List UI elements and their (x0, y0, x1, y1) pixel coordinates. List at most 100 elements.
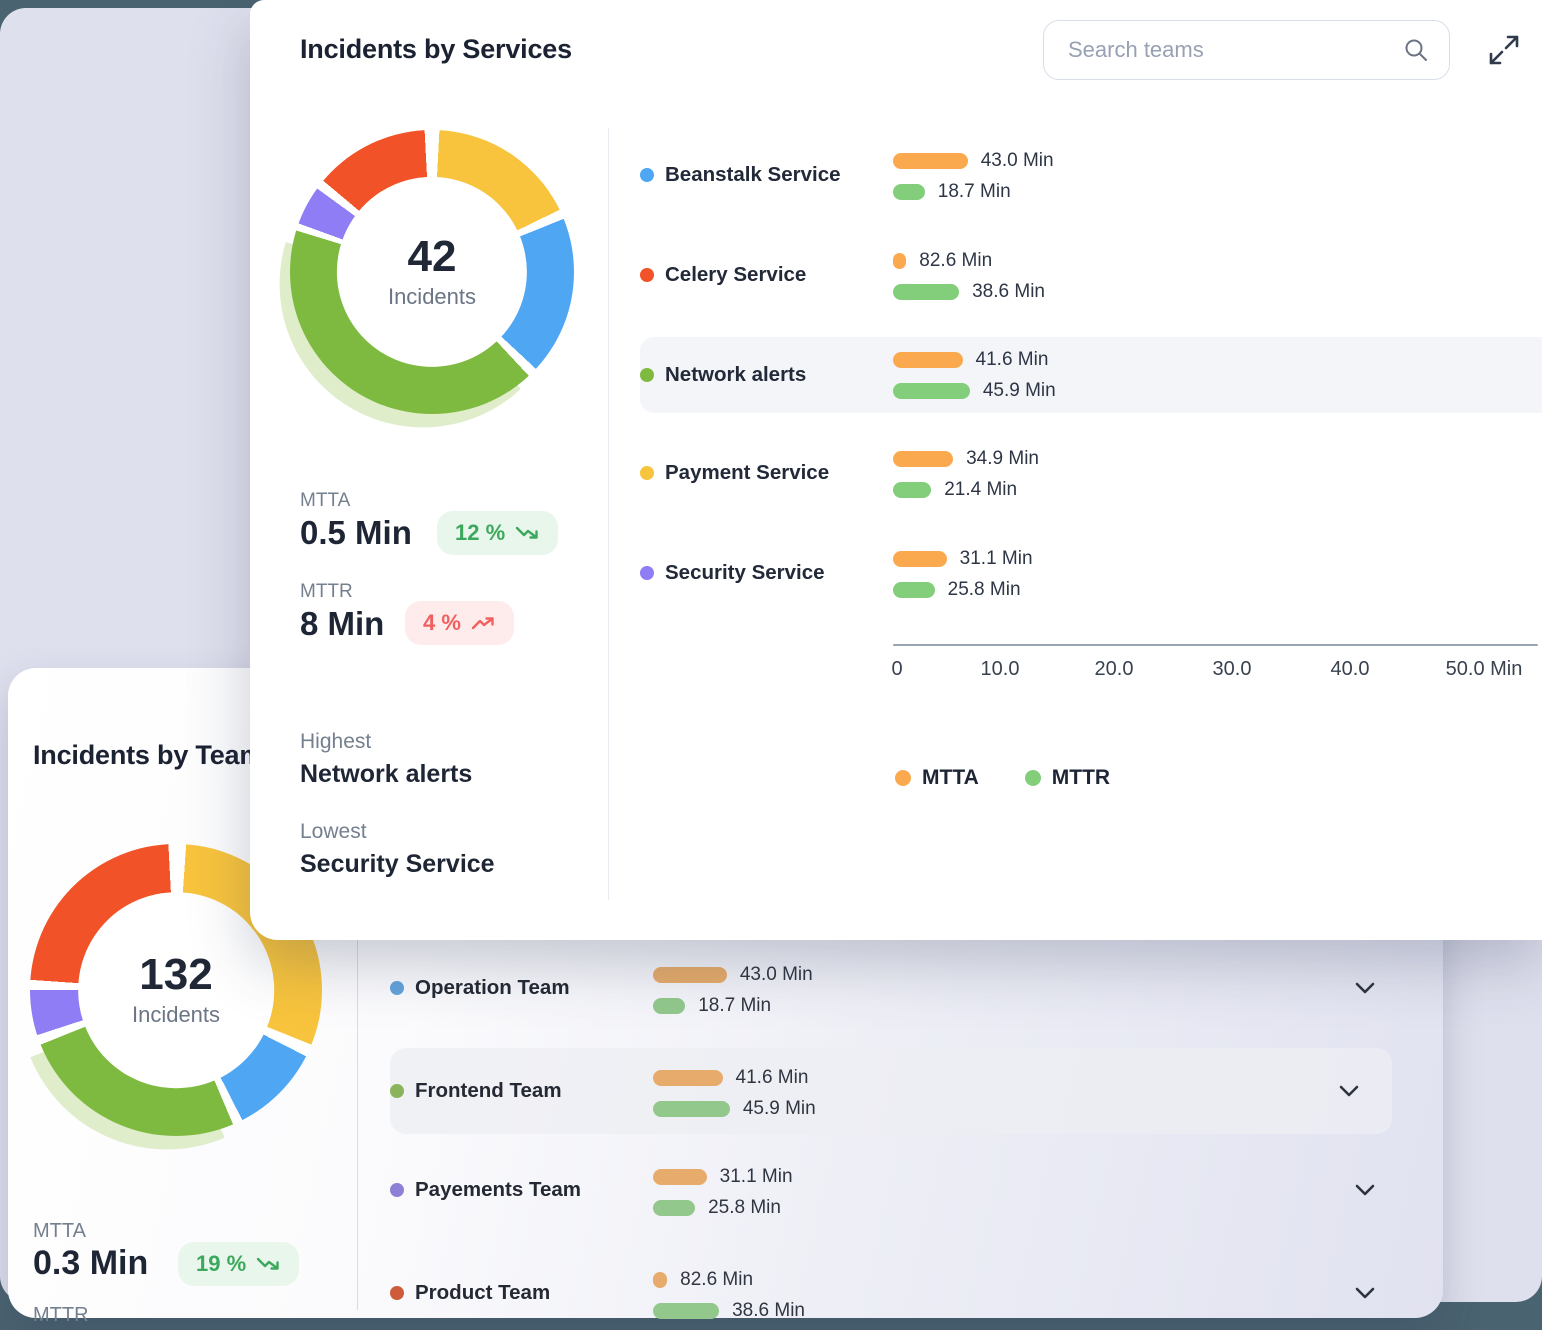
mttr-trend-badge: 4 % (405, 601, 514, 645)
service-bars: 41.6 Min 45.9 Min (893, 337, 1542, 413)
service-bars: 34.9 Min 21.4 Min (893, 436, 1542, 510)
service-color-dot (640, 566, 654, 580)
legend-dot-mtta (895, 770, 911, 786)
mttr-value: 21.4 Min (944, 479, 1017, 501)
lowest-label: Lowest (300, 820, 367, 844)
services-donut-chart: 42 Incidents (290, 130, 574, 414)
mtta-value: 43.0 Min (740, 964, 813, 986)
service-row-beanstalk[interactable]: Beanstalk Service 43.0 Min 18.7 Min (640, 138, 1542, 212)
team-color-dot (390, 981, 404, 995)
services-incident-count: 42 (408, 234, 457, 280)
team-row-product[interactable]: Product Team 82.6 Min 38.6 Min (390, 1256, 1408, 1330)
mttr-bar (653, 1200, 695, 1216)
mtta-bar (893, 153, 968, 169)
team-row-payements[interactable]: Payements Team 31.1 Min 25.8 Min (390, 1153, 1408, 1227)
mttr-bar (653, 998, 685, 1014)
mtta-value: 41.6 Min (736, 1067, 809, 1089)
services-donut-center: 42 Incidents (337, 177, 527, 367)
teams-mtta-value: 0.3 Min (33, 1244, 148, 1283)
mttr-bar (653, 1101, 730, 1117)
search-teams-box (1043, 20, 1450, 80)
service-name: Celery Service (665, 263, 806, 287)
chevron-down-icon[interactable] (1355, 982, 1408, 994)
service-row-celery[interactable]: Celery Service 82.6 Min 38.6 Min (640, 238, 1542, 312)
team-bars: 43.0 Min 18.7 Min (653, 951, 1293, 1025)
service-name: Network alerts (665, 363, 806, 387)
mtta-bar (653, 1169, 707, 1185)
trend-down-icon (514, 525, 540, 541)
mtta-value: 31.1 Min (720, 1166, 793, 1188)
team-bars: 41.6 Min 45.9 Min (653, 1048, 1293, 1134)
mttr-bar (893, 284, 959, 300)
mttr-bar (893, 582, 935, 598)
service-bars: 31.1 Min 25.8 Min (893, 536, 1542, 610)
team-label: Frontend Team (390, 1079, 653, 1103)
service-bars: 43.0 Min 18.7 Min (893, 138, 1542, 212)
mttr-value: 25.8 Min (948, 579, 1021, 601)
team-bars: 31.1 Min 25.8 Min (653, 1153, 1293, 1227)
team-label: Product Team (390, 1281, 653, 1305)
mtta-trend-badge: 12 % (437, 511, 558, 555)
service-label: Network alerts (640, 363, 893, 387)
axis-tick: 40.0 (1331, 658, 1370, 681)
service-row-security[interactable]: Security Service 31.1 Min 25.8 Min (640, 536, 1542, 610)
team-name: Operation Team (415, 976, 570, 1000)
service-color-dot (640, 368, 654, 382)
mtta-value: 0.5 Min (300, 514, 412, 552)
team-name: Product Team (415, 1281, 550, 1305)
team-name: Frontend Team (415, 1079, 562, 1103)
mtta-value: 43.0 Min (981, 150, 1054, 172)
service-name: Payment Service (665, 461, 829, 485)
legend-item-mtta: MTTA (895, 766, 979, 790)
chevron-down-icon[interactable] (1339, 1085, 1392, 1097)
mtta-value: 41.6 Min (976, 349, 1049, 371)
mttr-value: 25.8 Min (708, 1197, 781, 1219)
axis-tick: 50.0 Min (1446, 658, 1523, 681)
service-color-dot (640, 268, 654, 282)
teams-incident-count-label: Incidents (132, 1002, 220, 1028)
mttr-value: 18.7 Min (698, 995, 771, 1017)
mttr-bar (893, 383, 970, 399)
mttr-value: 18.7 Min (938, 181, 1011, 203)
legend-label: MTTA (922, 766, 979, 790)
axis-tick: 10.0 (981, 658, 1020, 681)
chart-legend: MTTA MTTR (895, 766, 1110, 790)
mtta-value: 82.6 Min (680, 1269, 753, 1291)
service-row-network-alerts[interactable]: Network alerts 41.6 Min 45.9 Min (640, 337, 1542, 413)
mttr-value: 38.6 Min (732, 1300, 805, 1322)
mtta-trend-pct: 12 % (455, 520, 505, 546)
mtta-value: 34.9 Min (966, 448, 1039, 470)
services-divider (608, 128, 609, 900)
team-color-dot (390, 1084, 404, 1098)
mtta-bar (653, 1070, 723, 1086)
mtta-value: 82.6 Min (919, 250, 992, 272)
service-color-dot (640, 466, 654, 480)
team-row-frontend[interactable]: Frontend Team 41.6 Min 45.9 Min (390, 1048, 1392, 1134)
team-label: Payements Team (390, 1178, 653, 1202)
mttr-trend-pct: 4 % (423, 610, 461, 636)
trend-up-icon (470, 615, 496, 631)
mtta-bar (893, 352, 963, 368)
service-label: Security Service (640, 561, 893, 585)
expand-icon[interactable] (1487, 33, 1521, 67)
teams-donut-center: 132 Incidents (78, 892, 274, 1088)
search-input[interactable] (1044, 37, 1403, 63)
axis-tick: 0 (891, 658, 902, 681)
mttr-bar (893, 482, 931, 498)
lowest-value: Security Service (300, 850, 495, 879)
mttr-value: 45.9 Min (743, 1098, 816, 1120)
mtta-bar (653, 1272, 667, 1288)
chevron-down-icon[interactable] (1355, 1287, 1408, 1299)
team-row-operation[interactable]: Operation Team 43.0 Min 18.7 Min (390, 951, 1408, 1025)
teams-mtta-label: MTTA (33, 1220, 86, 1243)
team-bars: 82.6 Min 38.6 Min (653, 1256, 1293, 1330)
chevron-down-icon[interactable] (1355, 1184, 1408, 1196)
teams-mtta-trend-pct: 19 % (196, 1251, 246, 1277)
team-color-dot (390, 1286, 404, 1300)
mtta-bar (893, 451, 953, 467)
trend-down-icon (255, 1256, 281, 1272)
teams-mttr-label: MTTR (33, 1304, 89, 1327)
team-label: Operation Team (390, 976, 653, 1000)
service-row-payment[interactable]: Payment Service 34.9 Min 21.4 Min (640, 436, 1542, 510)
mttr-label: MTTR (300, 581, 353, 603)
